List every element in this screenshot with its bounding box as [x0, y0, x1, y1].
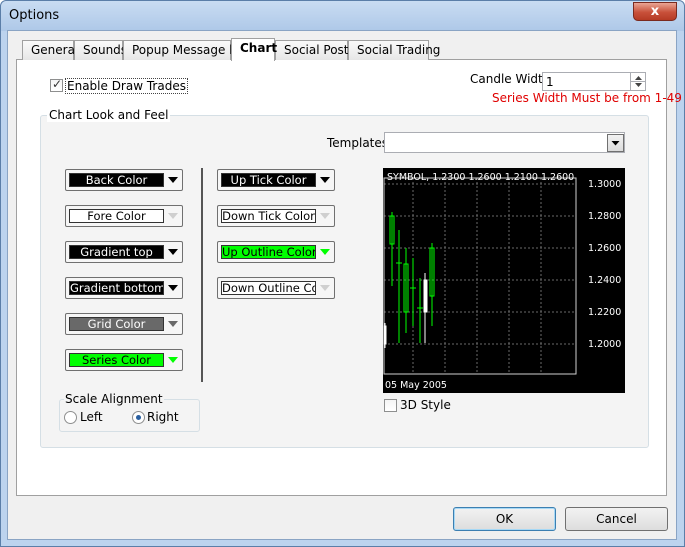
- dropdown-arrow-icon: [168, 357, 178, 363]
- series-color-button[interactable]: Series Color: [65, 349, 183, 371]
- dropdown-arrow-icon: [320, 213, 330, 219]
- up-tick-color-button[interactable]: Up Tick Color: [217, 169, 335, 191]
- ok-button[interactable]: OK: [453, 507, 556, 531]
- tab-label: Chart: [240, 41, 278, 55]
- dropdown-arrow-icon: [320, 285, 330, 291]
- templates-select[interactable]: [384, 132, 625, 153]
- dropdown-arrow-icon: [168, 177, 178, 183]
- scale-right-label: Right: [147, 410, 179, 424]
- candle-width-label: Candle Width: [470, 72, 551, 86]
- tab-label: Sounds: [83, 43, 128, 57]
- tab-social-trading[interactable]: Social Trading: [348, 40, 440, 60]
- chart-preview: SYMBOL, 1.2300 1.2600 1.2100 1.2600 1.30…: [383, 168, 625, 393]
- dropdown-arrow-icon: [168, 285, 178, 291]
- back-color-button[interactable]: Back Color: [65, 169, 183, 191]
- tab-label: Social Trading: [357, 43, 441, 57]
- gradient-top-button[interactable]: Gradient top: [65, 241, 183, 263]
- 3d-style-label: 3D Style: [400, 398, 451, 412]
- dropdown-arrow-icon: [168, 321, 178, 327]
- color-swatch: Up Tick Color: [221, 173, 316, 187]
- tab-label: General: [31, 43, 79, 57]
- color-swatch: Down Outline Color: [221, 281, 316, 295]
- close-button[interactable]: x: [633, 2, 677, 21]
- up-outline-color-button[interactable]: Up Outline Color: [217, 241, 335, 263]
- scale-left-label: Left: [80, 410, 103, 424]
- candle-width-value: 1: [546, 75, 554, 89]
- grid-color-button[interactable]: Grid Color: [65, 313, 183, 335]
- scale-alignment-title: Scale Alignment: [64, 392, 164, 406]
- y-tick-label: 1.3000: [588, 179, 621, 190]
- scale-right-radio[interactable]: [132, 411, 145, 424]
- spinner-arrows-icon: [631, 76, 646, 87]
- candle-width-input[interactable]: 1: [542, 72, 646, 91]
- title-bar[interactable]: Options: [1, 1, 684, 31]
- enable-draw-trades-checkbox[interactable]: [50, 77, 63, 92]
- y-tick-label: 1.2800: [588, 211, 621, 222]
- chart-header-text: SYMBOL, 1.2300 1.2600 1.2100 1.2600: [387, 172, 574, 183]
- color-swatch: Grid Color: [69, 317, 164, 331]
- dropdown-arrow-icon: [168, 213, 178, 219]
- dropdown-arrow-icon: [320, 177, 330, 183]
- down-outline-color-button[interactable]: Down Outline Color: [217, 277, 335, 299]
- color-swatch: Gradient top: [69, 245, 164, 259]
- button-column-divider: [201, 168, 203, 382]
- tab-sounds[interactable]: Sounds: [74, 40, 127, 60]
- 3d-style-checkbox[interactable]: [384, 399, 397, 412]
- y-tick-label: 1.2200: [588, 307, 621, 318]
- tab-social-poster[interactable]: Social Poster: [275, 40, 361, 60]
- cancel-button[interactable]: Cancel: [565, 507, 668, 531]
- chevron-down-icon: [611, 141, 620, 146]
- dropdown-arrow-icon: [320, 249, 330, 255]
- down-tick-color-button[interactable]: Down Tick Color: [217, 205, 335, 227]
- color-swatch: Down Tick Color: [221, 209, 316, 223]
- enable-draw-trades-label: Enable Draw Trades: [65, 78, 188, 94]
- color-swatch: Gradient bottom: [69, 281, 164, 295]
- templates-dropdown-button[interactable]: [607, 134, 624, 152]
- tab-popup-message-box[interactable]: Popup Message box: [123, 40, 251, 60]
- x-date-label: 05 May 2005: [385, 380, 447, 391]
- color-swatch: Fore Color: [69, 209, 164, 223]
- y-tick-label: 1.2400: [588, 275, 621, 286]
- y-tick-label: 1.2000: [588, 339, 621, 350]
- color-swatch: Up Outline Color: [221, 245, 316, 259]
- window-title: Options: [9, 8, 60, 23]
- chart-look-group-title: Chart Look and Feel: [47, 108, 171, 122]
- tab-general[interactable]: General: [22, 40, 78, 60]
- scale-left-radio[interactable]: [64, 411, 77, 424]
- candle-width-hint: Series Width Must be from 1-49: [492, 91, 682, 105]
- tab-chart[interactable]: Chart: [231, 38, 278, 61]
- chart-preview-canvas: SYMBOL, 1.2300 1.2600 1.2100 1.2600 1.30…: [383, 172, 621, 391]
- dropdown-arrow-icon: [168, 249, 178, 255]
- color-swatch: Back Color: [69, 173, 164, 187]
- templates-label: Templates: [327, 136, 389, 150]
- color-swatch: Series Color: [69, 353, 164, 367]
- y-tick-label: 1.2600: [588, 243, 621, 254]
- candle-width-spinner[interactable]: [630, 73, 646, 90]
- gradient-bottom-button[interactable]: Gradient bottom: [65, 277, 183, 299]
- fore-color-button[interactable]: Fore Color: [65, 205, 183, 227]
